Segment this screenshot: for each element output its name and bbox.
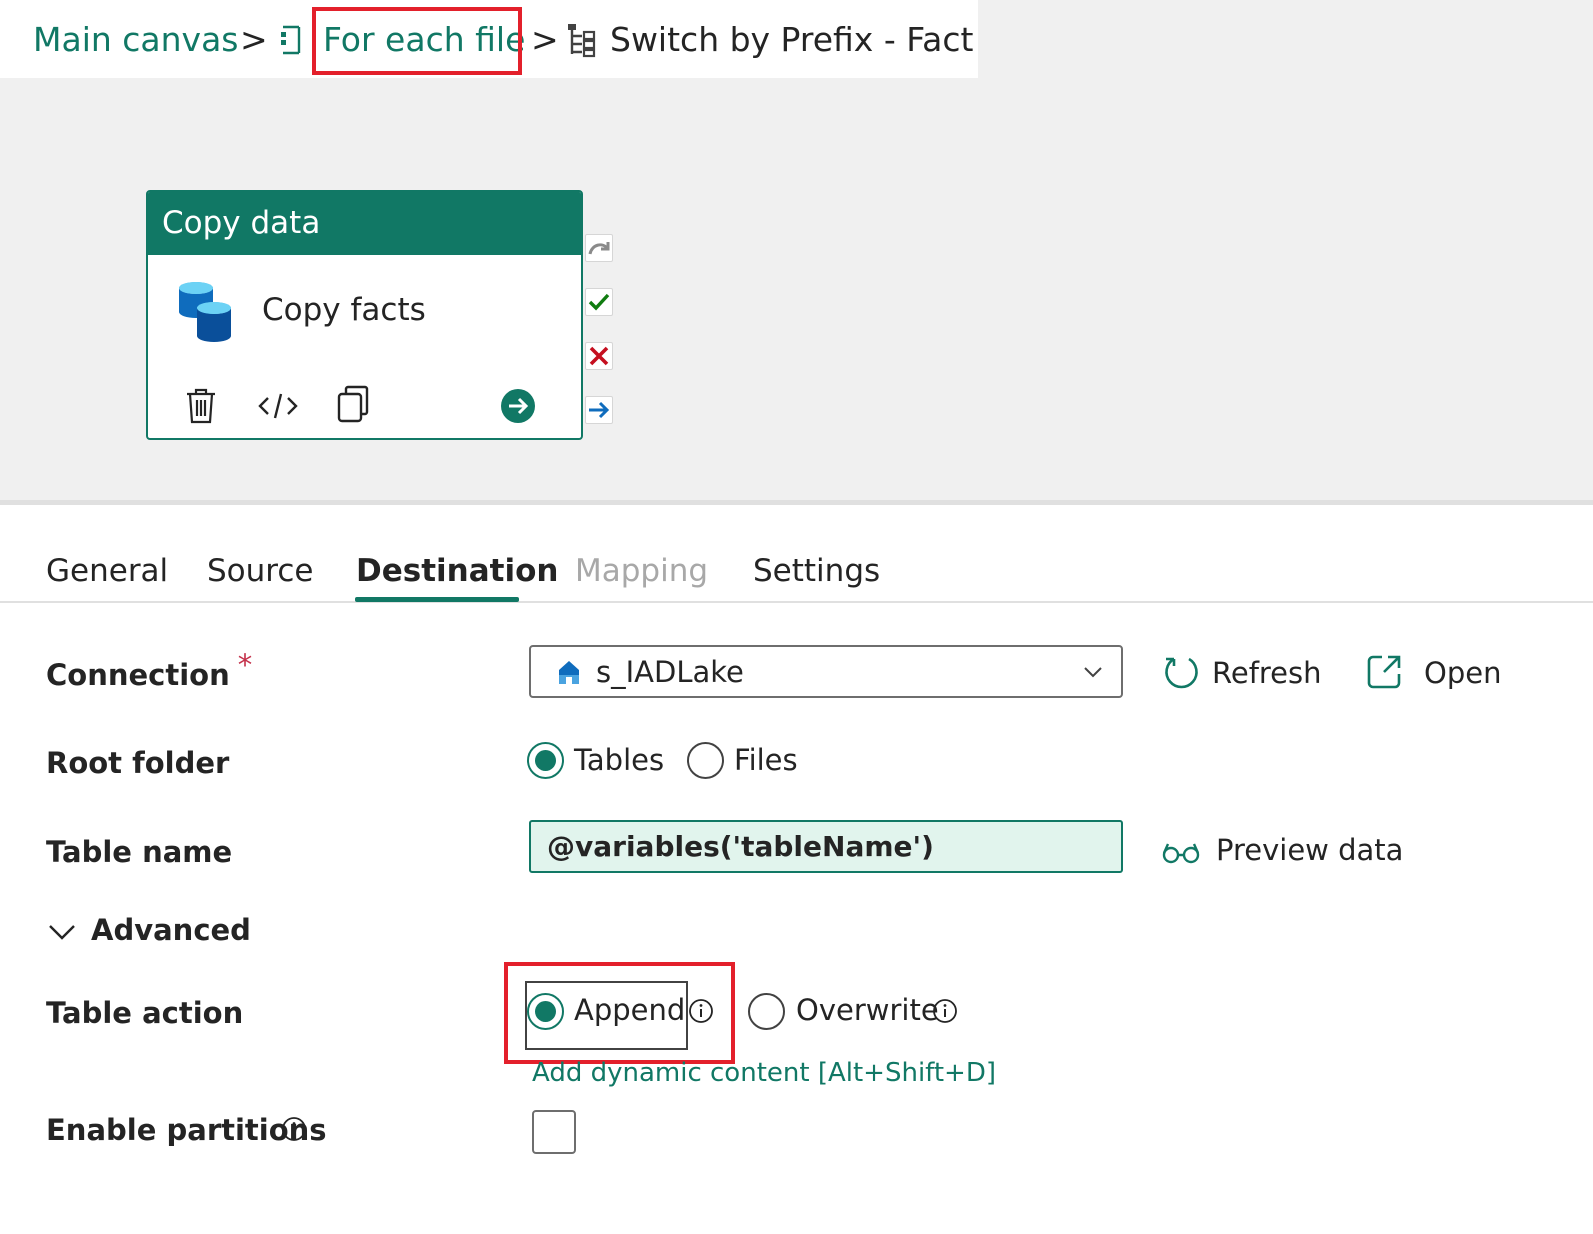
root-folder-files-label[interactable]: Files <box>734 740 798 780</box>
active-tab-indicator <box>355 597 519 602</box>
open-external-icon[interactable] <box>1366 654 1402 690</box>
info-icon[interactable] <box>281 1116 307 1142</box>
tab-destination[interactable]: Destination <box>356 548 558 594</box>
panel-divider[interactable] <box>0 500 1593 505</box>
required-mark: * <box>237 648 253 682</box>
completion-icon[interactable] <box>585 396 613 424</box>
glasses-icon[interactable] <box>1162 840 1200 864</box>
refresh-icon[interactable] <box>1163 654 1201 692</box>
root-folder-files-radio[interactable] <box>687 742 724 779</box>
copy-icon[interactable] <box>336 385 370 423</box>
table-name-label: Table name <box>46 835 233 869</box>
go-icon[interactable] <box>500 388 536 424</box>
table-action-append-radio[interactable] <box>527 993 564 1030</box>
info-icon[interactable] <box>688 998 714 1024</box>
tab-source[interactable]: Source <box>207 548 313 594</box>
activity-type-label: Copy data <box>148 192 581 255</box>
tab-settings[interactable]: Settings <box>753 548 880 594</box>
open-button[interactable]: Open <box>1424 653 1501 693</box>
root-folder-tables-radio[interactable] <box>527 742 564 779</box>
breadcrumb-separator: > <box>240 20 268 59</box>
connection-label: Connection * <box>46 648 252 695</box>
add-dynamic-content-link[interactable]: Add dynamic content [Alt+Shift+D] <box>532 1055 996 1091</box>
table-action-label: Table action <box>46 996 244 1030</box>
connection-value: s_IADLake <box>596 655 744 689</box>
connection-dropdown[interactable]: s_IADLake <box>529 645 1123 698</box>
properties-tabs: General Source Destination Mapping Setti… <box>0 508 1593 603</box>
advanced-toggle[interactable]: Advanced <box>91 910 251 950</box>
chevron-down-icon[interactable] <box>48 923 76 941</box>
connection-label-text: Connection <box>46 658 230 692</box>
enable-partitions-checkbox[interactable] <box>532 1110 576 1154</box>
breadcrumb-for-each-file[interactable]: For each file <box>323 20 525 60</box>
root-folder-label: Root folder <box>46 746 230 780</box>
breadcrumb: Main canvas > For each file > Switch by … <box>0 0 978 78</box>
chevron-down-icon <box>1084 667 1102 678</box>
skip-icon[interactable] <box>585 234 613 262</box>
breadcrumb-separator: > <box>531 20 559 59</box>
tab-general[interactable]: General <box>46 548 168 594</box>
foreach-icon <box>281 25 301 55</box>
code-icon[interactable] <box>258 392 298 420</box>
table-action-overwrite-radio[interactable] <box>748 993 785 1030</box>
delete-icon[interactable] <box>184 387 218 425</box>
success-icon[interactable] <box>585 288 613 316</box>
root-folder-tables-label[interactable]: Tables <box>574 740 664 780</box>
fail-icon[interactable] <box>585 342 613 370</box>
breadcrumb-switch-by-prefix: Switch by Prefix - Fact <box>610 20 974 59</box>
info-icon[interactable] <box>932 998 958 1024</box>
copy-data-icon <box>179 282 231 342</box>
tab-mapping: Mapping <box>575 553 709 589</box>
table-action-overwrite-label[interactable]: Overwrite <box>796 990 939 1030</box>
breadcrumb-main-canvas[interactable]: Main canvas <box>33 20 239 60</box>
switch-icon <box>568 24 596 58</box>
copy-data-activity-card[interactable]: Copy data Copy facts <box>146 190 583 440</box>
table-name-expression-input[interactable]: @variables('tableName') <box>529 820 1123 873</box>
preview-data-button[interactable]: Preview data <box>1216 830 1403 870</box>
activity-name: Copy facts <box>262 292 426 328</box>
table-action-append-label[interactable]: Append <box>574 990 685 1030</box>
refresh-button[interactable]: Refresh <box>1212 653 1322 693</box>
pipeline-canvas: Main canvas > For each file > Switch by … <box>0 0 1593 500</box>
lakehouse-icon <box>559 661 579 684</box>
